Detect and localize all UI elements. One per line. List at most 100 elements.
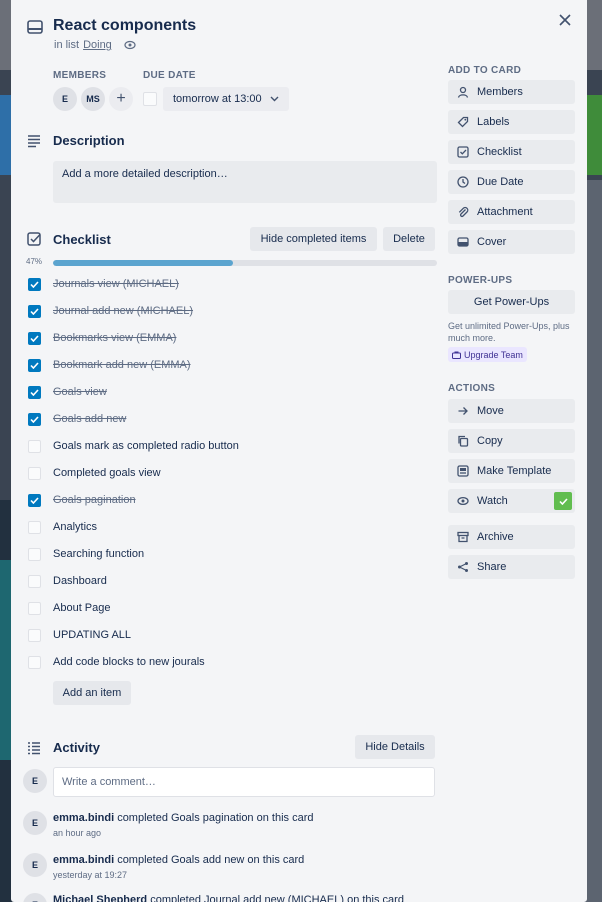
sidebar-button-label: Attachment (477, 206, 533, 218)
checklist-item-text[interactable]: Goals add new (53, 413, 126, 425)
checklist-item-checkbox[interactable] (28, 277, 41, 291)
checklist-button[interactable]: Checklist (448, 140, 575, 164)
labels-button[interactable]: Labels (448, 110, 575, 134)
powerups-note: Get unlimited Power-Ups, plus much more. (448, 321, 570, 343)
activity-user[interactable]: emma.bindi (53, 854, 114, 866)
avatar[interactable]: E (23, 769, 47, 793)
checklist-item[interactable]: Searching function (28, 544, 144, 564)
board-list-strip (586, 180, 602, 902)
activity-user[interactable]: Michael Shepherd (53, 894, 147, 902)
checklist-item-checkbox[interactable] (28, 655, 41, 669)
comment-input[interactable]: Write a comment… (53, 767, 435, 797)
checklist-item[interactable]: Analytics (28, 517, 97, 537)
checklist-item-text[interactable]: Goals mark as completed radio button (53, 440, 239, 452)
checklist-item[interactable]: UPDATING ALL (28, 625, 131, 645)
members-button[interactable]: Members (448, 80, 575, 104)
checklist-item[interactable]: Goals pagination (28, 490, 136, 510)
checkmark-icon (558, 497, 568, 505)
attachment-button[interactable]: Attachment (448, 200, 575, 224)
activity-action: completed Goals add new on this card (117, 854, 305, 866)
checklist-item-checkbox[interactable] (28, 493, 41, 507)
checklist-item[interactable]: About Page (28, 598, 111, 618)
activity-user[interactable]: emma.bindi (53, 812, 114, 824)
card-title[interactable]: React components (53, 17, 196, 35)
powerups-label: POWER-UPS (448, 275, 513, 286)
checklist-item-text[interactable]: About Page (53, 602, 111, 614)
avatar[interactable]: E (23, 811, 47, 835)
checklist-item-text[interactable]: Bookmark add new (EMMA) (53, 359, 191, 371)
checklist-item-checkbox[interactable] (28, 304, 41, 318)
due-date-button[interactable]: tomorrow at 13:00 (163, 87, 289, 111)
checklist-item[interactable]: Goals mark as completed radio button (28, 436, 239, 456)
person-icon (457, 86, 469, 98)
avatar[interactable]: MS (81, 87, 105, 111)
checklist-item[interactable]: Add code blocks to new jourals (28, 652, 205, 672)
activity-time[interactable]: an hour ago (53, 828, 101, 838)
sidebar-button-label: Watch (477, 495, 508, 507)
activity-time[interactable]: yesterday at 19:27 (53, 870, 127, 880)
add-member-button[interactable]: + (109, 87, 133, 111)
checklist-item-text[interactable]: Analytics (53, 521, 97, 533)
checklist-item-checkbox[interactable] (28, 385, 41, 399)
make-template-button[interactable]: Make Template (448, 459, 575, 483)
checklist-item-checkbox[interactable] (28, 574, 41, 588)
checklist-item-text[interactable]: Journals view (MICHAEL) (53, 278, 179, 290)
archive-button[interactable]: Archive (448, 525, 575, 549)
checklist-item-text[interactable]: Searching function (53, 548, 144, 560)
checklist-item-checkbox[interactable] (28, 358, 41, 372)
checklist-item-text[interactable]: Add code blocks to new jourals (53, 656, 205, 668)
list-link[interactable]: Doing (83, 39, 112, 51)
checklist-item-checkbox[interactable] (28, 412, 41, 426)
list-info: in list Doing (54, 39, 136, 51)
board-list-strip (586, 95, 602, 175)
hide-completed-button[interactable]: Hide completed items (250, 227, 377, 251)
members-section: MEMBERS E MS + (53, 70, 133, 111)
checklist-item-checkbox[interactable] (28, 547, 41, 561)
checklist-item[interactable]: Goals view (28, 382, 107, 402)
members-label: MEMBERS (53, 70, 107, 81)
copy-button[interactable]: Copy (448, 429, 575, 453)
delete-checklist-button[interactable]: Delete (383, 227, 435, 251)
checklist-item-text[interactable]: Bookmarks view (EMMA) (53, 332, 176, 344)
avatar[interactable]: E (23, 893, 47, 902)
checklist-item[interactable]: Journals view (MICHAEL) (28, 274, 179, 294)
checklist-item-checkbox[interactable] (28, 466, 41, 480)
due-date-button[interactable]: Due Date (448, 170, 575, 194)
upgrade-team-button[interactable]: Upgrade Team (448, 347, 527, 362)
checklist-item-checkbox[interactable] (28, 331, 41, 345)
avatar[interactable]: E (23, 853, 47, 877)
get-powerups-button[interactable]: Get Power-Ups (448, 290, 575, 314)
checklist-item[interactable]: Bookmark add new (EMMA) (28, 355, 191, 375)
share-button[interactable]: Share (448, 555, 575, 579)
share-icon (458, 562, 468, 572)
add-item-button[interactable]: Add an item (53, 681, 131, 705)
avatar[interactable]: E (53, 87, 77, 111)
checklist-item-text[interactable]: Dashboard (53, 575, 107, 587)
cover-button[interactable]: Cover (448, 230, 575, 254)
sidebar-button-label: Copy (477, 435, 503, 447)
checklist-item[interactable]: Dashboard (28, 571, 107, 591)
description-input[interactable]: Add a more detailed description… (53, 161, 437, 203)
move-button[interactable]: Move (448, 399, 575, 423)
due-complete-checkbox[interactable] (143, 92, 157, 106)
sidebar-button-label: Cover (477, 236, 507, 248)
checkmark-icon (30, 334, 39, 342)
activity-title: Activity (53, 740, 100, 755)
checklist-item[interactable]: Goals add new (28, 409, 126, 429)
close-button[interactable] (553, 8, 577, 32)
sidebar-button-label: Checklist (477, 146, 522, 158)
checklist-item-checkbox[interactable] (28, 628, 41, 642)
checklist-item-checkbox[interactable] (28, 520, 41, 534)
checklist-item-text[interactable]: Goals pagination (53, 494, 136, 506)
hide-details-button[interactable]: Hide Details (355, 735, 435, 759)
checklist-item-checkbox[interactable] (28, 601, 41, 615)
checklist-item[interactable]: Journal add new (MICHAEL) (28, 301, 193, 321)
checklist-item-text[interactable]: Goals view (53, 386, 107, 398)
watch-button[interactable]: Watch (448, 489, 575, 513)
checklist-item-checkbox[interactable] (28, 439, 41, 453)
checklist-item-text[interactable]: Completed goals view (53, 467, 161, 479)
checklist-item-text[interactable]: UPDATING ALL (53, 629, 131, 641)
checklist-item[interactable]: Bookmarks view (EMMA) (28, 328, 176, 348)
checklist-item-text[interactable]: Journal add new (MICHAEL) (53, 305, 193, 317)
checklist-item[interactable]: Completed goals view (28, 463, 161, 483)
